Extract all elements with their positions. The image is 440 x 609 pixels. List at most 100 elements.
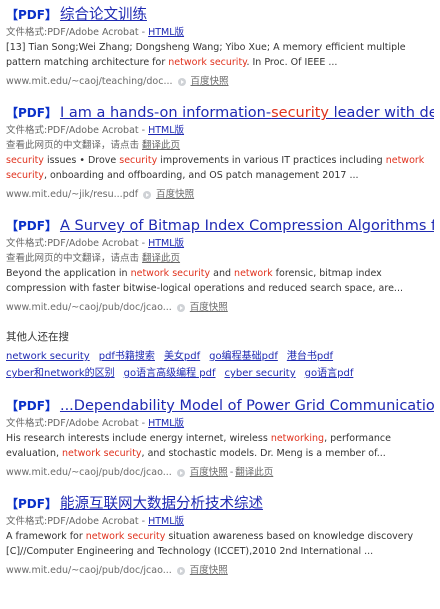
snippet-text: His research interests include energy in… [6, 433, 271, 444]
url-row: www.mit.edu/~caoj/pub/doc/jcao... 百度快照 - 翻译… [6, 465, 434, 480]
related-row: cyber和network的区别 go语言高级编程 pdf cyber securi… [6, 365, 434, 382]
related-search-link[interactable]: cyber security [225, 368, 296, 379]
result-url: www.mit.edu/~caoj/pub/doc/jcao... [6, 302, 172, 313]
results-group-bottom: 【PDF】 ...Dependability Model of Power Gri… [6, 396, 434, 578]
related-search-link[interactable]: 美女pdf [164, 351, 200, 362]
search-result: 【PDF】 能源互联网大数据分析技术综述 文件格式:PDF/Adobe Acroba… [6, 494, 434, 578]
file-format-label: 文件格式:PDF/Adobe Acrobat - [6, 125, 149, 136]
result-title-row: 【PDF】 能源互联网大数据分析技术综述 [6, 494, 434, 514]
snapshot-link[interactable]: 百度快照 [190, 300, 228, 315]
filetype-tag: 【PDF】 [6, 8, 57, 22]
html-version-link[interactable]: HTML版 [148, 516, 184, 527]
search-result: 【PDF】 A Survey of Bitmap Index Compressio… [6, 216, 434, 315]
search-result: 【PDF】 I am a hands-on information-securit… [6, 103, 434, 202]
translate-label: 查看此网页的中文翻译，请点击 [6, 253, 143, 264]
separator: - [229, 467, 234, 478]
result-snippet: His research interests include energy in… [6, 431, 434, 461]
related-search-link[interactable]: 港台书pdf [287, 351, 333, 362]
translate-page-link[interactable]: 翻译此页 [142, 253, 180, 264]
snippet-highlight: network security [85, 531, 166, 542]
result-url: www.mit.edu/~caoj/teaching/doc... [6, 76, 173, 87]
file-format-label: 文件格式:PDF/Adobe Acrobat - [6, 516, 149, 527]
snapshot-link[interactable]: 百度快照 [190, 563, 228, 578]
related-rows: network security pdf书籍搜索 美女pdf go编程基础pdf 港台书… [6, 348, 434, 382]
file-format-line: 文件格式:PDF/Adobe Acrobat - HTML版 [6, 123, 434, 138]
filetype-tag: 【PDF】 [6, 106, 57, 120]
title-text: I am a hands-on information- [59, 105, 272, 121]
file-format-line: 文件格式:PDF/Adobe Acrobat - HTML版 [6, 25, 434, 40]
result-title-link[interactable]: 综合论文训练 [60, 7, 147, 23]
snapshot-icon[interactable] [177, 77, 186, 86]
snapshot-icon[interactable] [176, 303, 185, 312]
related-search-link[interactable]: network security [6, 351, 90, 362]
snippet-highlight: network [234, 268, 273, 279]
html-version-link[interactable]: HTML版 [148, 418, 184, 429]
file-format-label: 文件格式:PDF/Adobe Acrobat - [6, 27, 149, 38]
related-search-link[interactable]: go编程基础pdf [209, 351, 278, 362]
result-title-link[interactable]: A Survey of Bitmap Index Compression Alg… [60, 218, 434, 234]
title-text: 综合论文训练 [59, 7, 147, 23]
file-format-line: 文件格式:PDF/Adobe Acrobat - HTML版 [6, 514, 434, 529]
related-search-link[interactable]: go语言pdf [305, 368, 354, 379]
snippet-text: , onboarding and offboarding, and OS pat… [43, 170, 359, 181]
snapshot-link[interactable]: 百度快照 [191, 74, 229, 89]
title-highlight: security [271, 105, 329, 121]
file-format-line: 文件格式:PDF/Adobe Acrobat - HTML版 [6, 236, 434, 251]
url-row: www.mit.edu/~jik/resu...pdf 百度快照 [6, 187, 434, 202]
related-search-link[interactable]: go语言高级编程 pdf [124, 368, 216, 379]
results-list: 【PDF】 综合论文训练 文件格式:PDF/Adobe Acrobat - HTML… [0, 0, 440, 578]
result-url: www.mit.edu/~caoj/pub/doc/jcao... [6, 467, 172, 478]
snapshot-link[interactable]: 百度快照 [156, 187, 194, 202]
translate-label: 查看此网页的中文翻译，请点击 [6, 140, 143, 151]
snippet-highlight: network security [130, 268, 211, 279]
translate-page-link[interactable]: 翻译此页 [235, 465, 273, 480]
url-row: www.mit.edu/~caoj/pub/doc/jcao... 百度快照 [6, 563, 434, 578]
url-row: www.mit.edu/~caoj/teaching/doc... 百度快照 [6, 74, 434, 89]
html-version-link[interactable]: HTML版 [148, 238, 184, 249]
snippet-highlight: networking [270, 433, 325, 444]
snippet-text: issues • Drove [43, 155, 120, 166]
file-format-line: 文件格式:PDF/Adobe Acrobat - HTML版 [6, 416, 434, 431]
result-url: www.mit.edu/~jik/resu...pdf [6, 189, 139, 200]
filetype-tag: 【PDF】 [6, 399, 57, 413]
snippet-highlight: network security [168, 57, 247, 68]
title-text: A Survey of Bitmap Index Compression Alg… [59, 218, 434, 234]
translate-page-link[interactable]: 翻译此页 [142, 140, 180, 151]
related-heading: 其他人还在搜 [6, 331, 69, 343]
title-text: 能源互联网大数据分析技术综述 [59, 496, 263, 512]
snippet-text: . In Proc. Of IEEE ... [246, 57, 338, 68]
result-title-row: 【PDF】 I am a hands-on information-securit… [6, 103, 434, 123]
snippet-text: , and stochastic models. Dr. Meng is a m… [141, 448, 386, 459]
html-version-link[interactable]: HTML版 [148, 125, 184, 136]
result-title-row: 【PDF】 综合论文训练 [6, 5, 434, 25]
result-title-row: 【PDF】 A Survey of Bitmap Index Compressio… [6, 216, 434, 236]
snapshot-link[interactable]: 百度快照 [190, 465, 228, 480]
snapshot-icon[interactable] [143, 190, 152, 199]
title-text: ...Dependability Model of Power Grid Com… [59, 398, 434, 414]
html-version-link[interactable]: HTML版 [148, 27, 184, 38]
snippet-text: Beyond the application in [6, 268, 131, 279]
filetype-tag: 【PDF】 [6, 497, 57, 511]
snapshot-icon[interactable] [176, 468, 185, 477]
result-title-link[interactable]: I am a hands-on information-security lea… [60, 105, 434, 121]
results-group-top: 【PDF】 综合论文训练 文件格式:PDF/Adobe Acrobat - HTML… [6, 5, 434, 315]
snippet-highlight: security [119, 155, 158, 166]
filetype-tag: 【PDF】 [6, 219, 57, 233]
result-snippet: Beyond the application in network securi… [6, 266, 434, 296]
result-title-row: 【PDF】 ...Dependability Model of Power Gri… [6, 396, 434, 416]
url-row: www.mit.edu/~caoj/pub/doc/jcao... 百度快照 [6, 300, 434, 315]
translate-line: 查看此网页的中文翻译，请点击 翻译此页 [6, 251, 434, 266]
result-title-link[interactable]: ...Dependability Model of Power Grid Com… [60, 398, 434, 414]
translate-line: 查看此网页的中文翻译，请点击 翻译此页 [6, 138, 434, 153]
result-title-link[interactable]: 能源互联网大数据分析技术综述 [60, 496, 263, 512]
snapshot-icon[interactable] [176, 566, 185, 575]
related-searches: 其他人还在搜 network security pdf书籍搜索 美女pdf go编程基… [6, 329, 434, 382]
result-snippet: A framework for network security situati… [6, 529, 434, 559]
related-row: network security pdf书籍搜索 美女pdf go编程基础pdf 港台书… [6, 348, 434, 365]
related-search-link[interactable]: pdf书籍搜索 [99, 351, 155, 362]
related-search-link[interactable]: cyber和network的区别 [6, 368, 115, 379]
search-result: 【PDF】 ...Dependability Model of Power Gri… [6, 396, 434, 480]
result-snippet: [13] Tian Song;Wei Zhang; Dongsheng Wang… [6, 40, 434, 70]
result-url: www.mit.edu/~caoj/pub/doc/jcao... [6, 565, 172, 576]
snippet-text: improvements in various IT practices inc… [157, 155, 386, 166]
